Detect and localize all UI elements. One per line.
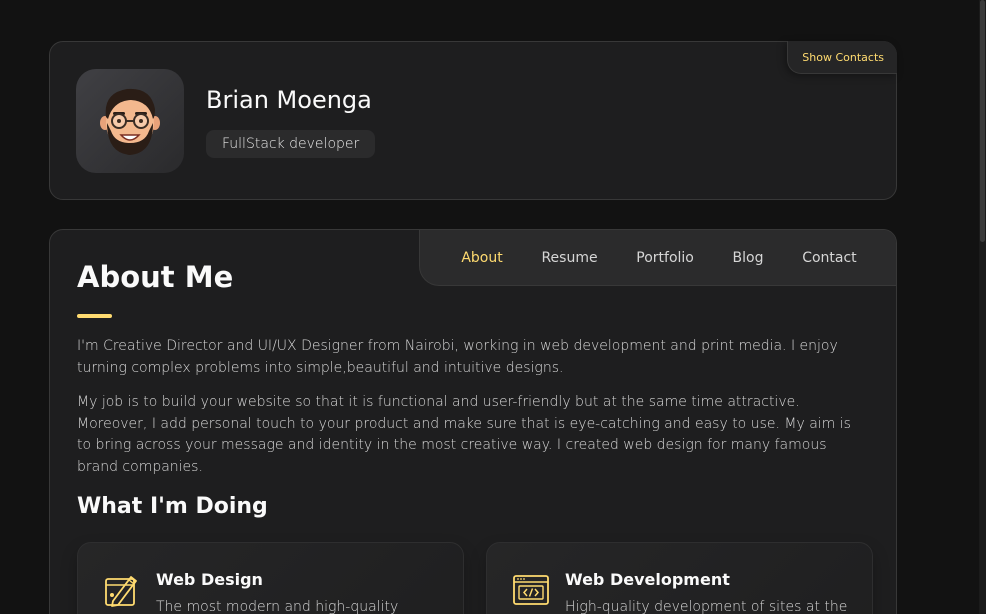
scrollbar[interactable]	[979, 0, 986, 614]
service-card-web-development: Web Development High-quality development…	[486, 542, 873, 614]
nav-link-blog[interactable]: Blog	[733, 250, 764, 266]
design-icon	[105, 576, 137, 607]
title-underline	[77, 314, 112, 318]
profile-card: Brian Moenga FullStack developer Show Co…	[49, 41, 897, 200]
nav-link-contact[interactable]: Contact	[802, 250, 856, 266]
about-paragraph-1: I'm Creative Director and UI/UX Designer…	[77, 338, 838, 376]
service-description: High-quality development of sites at the	[565, 599, 848, 614]
service-title: Web Design	[156, 570, 263, 589]
avatar	[76, 69, 184, 173]
service-description: The most modern and high-quality	[156, 599, 399, 614]
show-contacts-button[interactable]: Show Contacts	[787, 41, 897, 74]
section-title: What I'm Doing	[77, 494, 268, 519]
scrollbar-thumb[interactable]	[980, 0, 985, 242]
navbar: About Resume Portfolio Blog Contact	[419, 230, 896, 286]
memoji-avatar-icon	[100, 88, 160, 155]
nav-link-portfolio[interactable]: Portfolio	[636, 250, 694, 266]
service-title: Web Development	[565, 570, 730, 589]
main-card: About Resume Portfolio Blog Contact Abou…	[49, 229, 897, 614]
about-paragraph-2: My job is to build your website so that …	[77, 394, 851, 475]
nav-link-about[interactable]: About	[461, 250, 502, 266]
page-title: About Me	[77, 260, 234, 294]
service-card-web-design: Web Design The most modern and high-qual…	[77, 542, 464, 614]
role-badge: FullStack developer	[206, 130, 376, 158]
page: Brian Moenga FullStack developer Show Co…	[0, 0, 986, 614]
nav-link-resume[interactable]: Resume	[541, 250, 597, 266]
code-icon	[513, 575, 549, 605]
profile-name: Brian Moenga	[206, 86, 372, 114]
